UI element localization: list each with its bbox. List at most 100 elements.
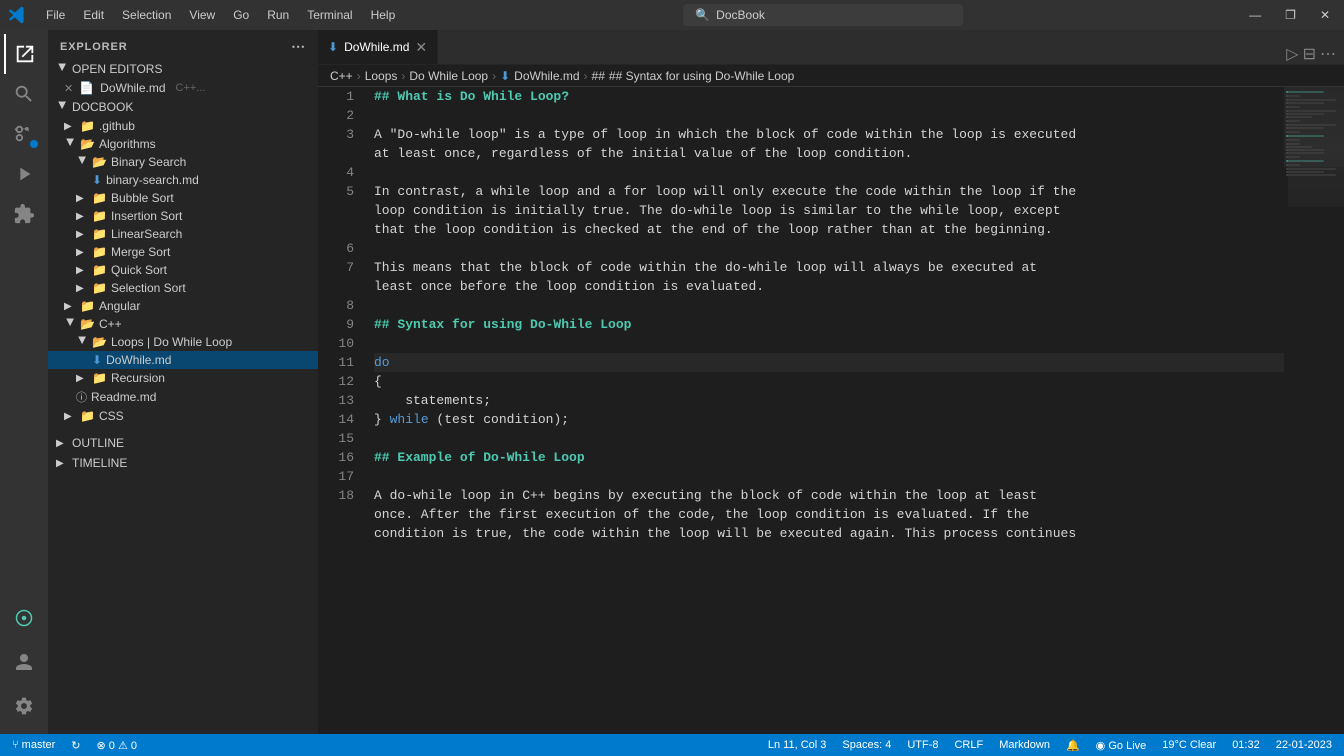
sidebar-item-binary-search[interactable]: ▶ 📂 Binary Search [48, 153, 318, 171]
more-actions-icon[interactable]: ⋯ [1320, 44, 1336, 64]
sidebar-item-label: Quick Sort [111, 263, 167, 277]
status-go-live[interactable]: ◉ Go Live [1092, 739, 1151, 752]
code-line-5c: that the loop condition is checked at th… [374, 220, 1284, 239]
activity-account[interactable] [4, 642, 44, 682]
activity-remote[interactable] [4, 598, 44, 638]
activity-settings[interactable] [4, 686, 44, 726]
menu-help[interactable]: Help [363, 6, 404, 24]
minimize-button[interactable]: — [1243, 8, 1267, 22]
sidebar-item-dowhile-md[interactable]: ⬇ DoWhile.md [48, 351, 318, 369]
menu-view[interactable]: View [181, 6, 223, 24]
sidebar-item-algorithms[interactable]: ▶ 📂 Algorithms [48, 135, 318, 153]
status-language[interactable]: Markdown [995, 739, 1054, 751]
sidebar-item-label: Recursion [111, 371, 165, 385]
sidebar-item-readme[interactable]: ⓘ Readme.md [48, 387, 318, 407]
sidebar-item-loops-dowhile[interactable]: ▶ 📂 Loops | Do While Loop [48, 333, 318, 351]
menu-selection[interactable]: Selection [114, 6, 179, 24]
menu-terminal[interactable]: Terminal [299, 6, 360, 24]
menu-run[interactable]: Run [259, 6, 297, 24]
close-icon[interactable]: ✕ [64, 82, 73, 95]
error-icon: ⊗ [97, 740, 106, 752]
loops-chevron: ▶ [77, 336, 88, 348]
sidebar-item-insertion-sort[interactable]: ▶ 📁 Insertion Sort [48, 207, 318, 225]
status-position[interactable]: Ln 11, Col 3 [764, 739, 831, 751]
run-preview-icon[interactable]: ▷ [1286, 44, 1298, 64]
open-editor-dowhile[interactable]: ✕ 📄 DoWhile.md C++... [48, 79, 318, 97]
activity-run[interactable] [4, 154, 44, 194]
close-button[interactable]: ✕ [1314, 8, 1336, 22]
sidebar-item-recursion[interactable]: ▶ 📁 Recursion [48, 369, 318, 387]
sidebar-item-bubble-sort[interactable]: ▶ 📁 Bubble Sort [48, 189, 318, 207]
status-encoding[interactable]: UTF-8 [903, 739, 942, 751]
status-spaces[interactable]: Spaces: 4 [838, 739, 895, 751]
breadcrumb-cpp[interactable]: C++ [330, 69, 353, 83]
restore-button[interactable]: ❐ [1279, 8, 1302, 22]
open-editors-section[interactable]: ▶ OPEN EDITORS [48, 59, 318, 79]
tab-dowhile[interactable]: ⬇ DoWhile.md ✕ [318, 30, 438, 64]
code-line-18b: once. After the first execution of the c… [374, 505, 1284, 524]
breadcrumb-dowhile[interactable]: Do While Loop [409, 69, 488, 83]
timeline-label: TIMELINE [72, 456, 127, 470]
cpp-chevron: ▶ [65, 318, 76, 330]
sidebar-item-binary-search-md[interactable]: ⬇ binary-search.md [48, 171, 318, 189]
docbook-section[interactable]: ▶ DOCBOOK [48, 97, 318, 117]
folder-icon: 📁 [92, 245, 107, 259]
sidebar-item-merge-sort[interactable]: ▶ 📁 Merge Sort [48, 243, 318, 261]
code-editor[interactable]: ## What is Do While Loop? A "Do-while lo… [366, 87, 1284, 734]
code-line-6 [374, 239, 1284, 258]
sidebar-item-cpp[interactable]: ▶ 📂 C++ [48, 315, 318, 333]
timeline-section[interactable]: ▶ TIMELINE [48, 453, 318, 473]
minimap-thumbnail [1288, 87, 1344, 207]
go-live-label: Go Live [1108, 740, 1146, 752]
title-search-box[interactable]: 🔍 DocBook [683, 4, 963, 26]
folder-icon: 📁 [80, 119, 95, 133]
sidebar-item-css[interactable]: ▶ 📁 CSS [48, 407, 318, 425]
sidebar-item-label: Insertion Sort [111, 209, 182, 223]
status-bell-icon[interactable]: 🔔 [1062, 739, 1084, 752]
breadcrumb-filename[interactable]: DoWhile.md [514, 69, 579, 83]
outline-label: OUTLINE [72, 436, 124, 450]
status-errors[interactable]: ⊗ 0 ⚠ 0 [93, 739, 142, 752]
tab-close-button[interactable]: ✕ [415, 39, 427, 56]
main-content: EXPLORER ⋯ ▶ OPEN EDITORS ✕ 📄 DoWhile.md… [0, 30, 1344, 734]
outline-section[interactable]: ▶ OUTLINE [48, 433, 318, 453]
folder-icon: 📁 [92, 281, 107, 295]
editor-content[interactable]: 1 2 3 4 5 6 7 8 9 10 11 12 13 14 15 16 [318, 87, 1344, 734]
code-line-5b: loop condition is initially true. The do… [374, 201, 1284, 220]
breadcrumb-sep2: › [401, 69, 405, 83]
activity-source-control[interactable] [4, 114, 44, 154]
breadcrumb-section[interactable]: ## Syntax for using Do-While Loop [609, 69, 794, 83]
tab-icon: ⬇ [328, 40, 338, 54]
sidebar-item-quick-sort[interactable]: ▶ 📁 Quick Sort [48, 261, 318, 279]
split-editor-icon[interactable]: ⊟ [1303, 44, 1316, 64]
status-branch[interactable]: ⑂ master [8, 739, 59, 751]
menu-go[interactable]: Go [225, 6, 257, 24]
menu-edit[interactable]: Edit [75, 6, 112, 24]
breadcrumb-sep1: › [357, 69, 361, 83]
code-line-3: A "Do-while loop" is a type of loop in w… [374, 125, 1284, 144]
insertion-sort-chevron: ▶ [76, 211, 88, 222]
sidebar: EXPLORER ⋯ ▶ OPEN EDITORS ✕ 📄 DoWhile.md… [48, 30, 318, 734]
sidebar-item-selection-sort[interactable]: ▶ 📁 Selection Sort [48, 279, 318, 297]
sidebar-item-angular[interactable]: ▶ 📁 Angular [48, 297, 318, 315]
code-line-9: ## Syntax for using Do-While Loop [374, 315, 1284, 334]
menu-file[interactable]: File [38, 6, 73, 24]
status-line-ending[interactable]: CRLF [950, 739, 987, 751]
code-line-15 [374, 429, 1284, 448]
activity-search[interactable] [4, 74, 44, 114]
code-line-1: ## What is Do While Loop? [374, 87, 1284, 106]
folder-icon: 📁 [92, 209, 107, 223]
status-right: Ln 11, Col 3 Spaces: 4 UTF-8 CRLF Markdo… [764, 739, 1336, 752]
open-editor-name: DoWhile.md [100, 81, 165, 95]
title-search-area: 🔍 DocBook [415, 4, 1231, 26]
breadcrumb-loops[interactable]: Loops [365, 69, 398, 83]
new-file-icon[interactable]: ⋯ [291, 38, 306, 55]
activity-explorer[interactable] [4, 34, 44, 74]
activity-extensions[interactable] [4, 194, 44, 234]
status-sync[interactable]: ↻ [67, 739, 84, 752]
bubble-sort-chevron: ▶ [76, 193, 88, 204]
sidebar-item-github[interactable]: ▶ 📁 .github [48, 117, 318, 135]
sidebar-title: EXPLORER [60, 41, 128, 53]
sidebar-item-linear-search[interactable]: ▶ 📁 LinearSearch [48, 225, 318, 243]
code-line-17 [374, 467, 1284, 486]
